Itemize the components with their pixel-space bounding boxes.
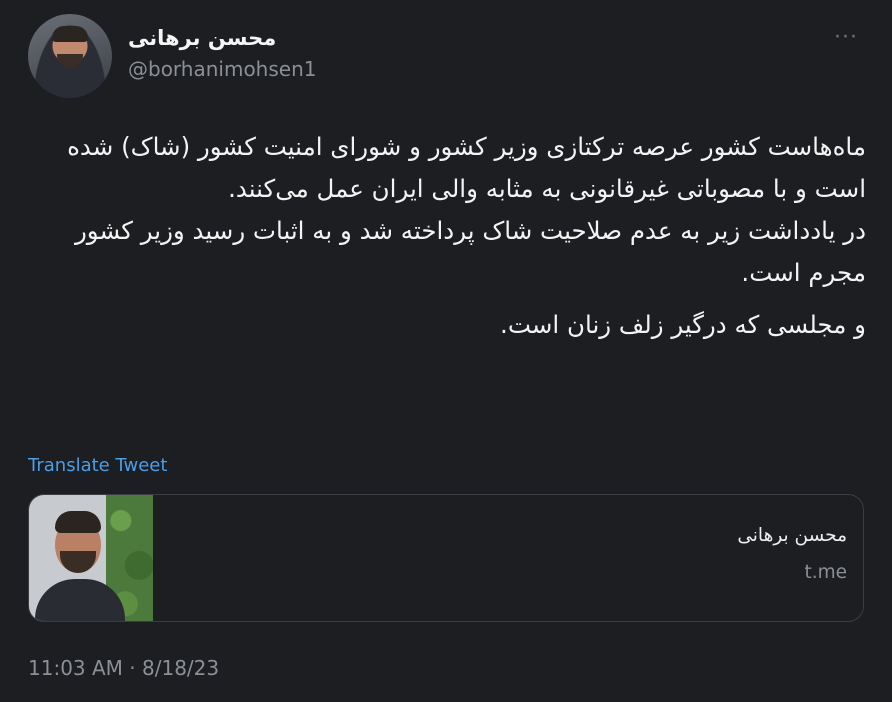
card-thumbnail [29,495,153,621]
tweet-paragraph-1: ماه‌هاست کشور عرصه ترکتازی وزیر کشور و ش… [67,132,866,287]
avatar[interactable] [28,14,112,98]
tweet-paragraph-2: و مجلسی که درگیر زلف زنان است. [500,310,866,339]
thumbnail-hair [55,511,101,533]
avatar-hair [52,26,88,42]
link-card[interactable]: محسن برهانی t.me [28,494,864,622]
tweet: محسن برهانی @borhanimohsen1 ··· ماه‌هاست… [0,0,892,702]
author-handle[interactable]: @borhanimohsen1 [128,57,317,81]
translate-link[interactable]: Translate Tweet [28,455,167,476]
more-options-icon[interactable]: ··· [834,27,858,49]
avatar-beard [57,54,83,68]
thumbnail-beard [60,551,96,573]
tweet-body: ماه‌هاست کشور عرصه ترکتازی وزیر کشور و ش… [30,126,866,356]
tweet-timestamp[interactable]: 11:03 AM · 8/18/23 [28,656,219,680]
card-title: محسن برهانی [737,525,847,546]
author-name[interactable]: محسن برهانی [128,26,276,50]
card-domain: t.me [804,562,847,583]
